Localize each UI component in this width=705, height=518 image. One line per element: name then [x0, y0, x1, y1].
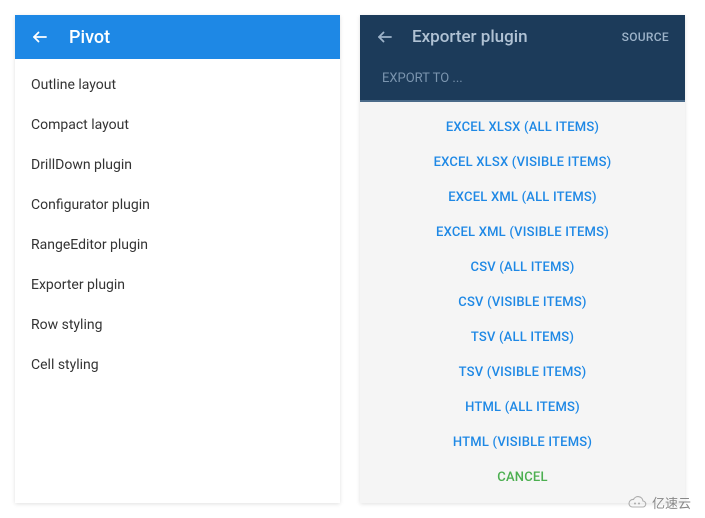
export-to-label: EXPORT TO ... — [360, 59, 685, 102]
export-option[interactable]: TSV (VISIBLE ITEMS) — [360, 355, 685, 390]
app-container: Pivot Outline layout Compact layout Dril… — [0, 0, 705, 518]
pivot-list: Outline layout Compact layout DrillDown … — [15, 59, 340, 391]
exporter-title: Exporter plugin — [412, 27, 528, 47]
list-item[interactable]: Compact layout — [15, 105, 340, 145]
back-arrow-icon[interactable] — [376, 28, 394, 46]
export-option[interactable]: HTML (VISIBLE ITEMS) — [360, 425, 685, 460]
export-option[interactable]: EXCEL XLSX (ALL ITEMS) — [360, 110, 685, 145]
cancel-button[interactable]: CANCEL — [360, 460, 685, 495]
pivot-panel: Pivot Outline layout Compact layout Dril… — [15, 15, 340, 503]
export-option[interactable]: HTML (ALL ITEMS) — [360, 390, 685, 425]
export-option[interactable]: TSV (ALL ITEMS) — [360, 320, 685, 355]
export-option[interactable]: CSV (ALL ITEMS) — [360, 250, 685, 285]
list-item[interactable]: DrillDown plugin — [15, 145, 340, 185]
exporter-header-left: Exporter plugin — [376, 27, 528, 47]
back-arrow-icon[interactable] — [31, 28, 49, 46]
list-item[interactable]: RangeEditor plugin — [15, 225, 340, 265]
pivot-title: Pivot — [69, 27, 110, 48]
list-item[interactable]: Row styling — [15, 305, 340, 345]
list-item[interactable]: Outline layout — [15, 65, 340, 105]
watermark-text: 亿速云 — [652, 493, 691, 512]
export-options-list: EXCEL XLSX (ALL ITEMS) EXCEL XLSX (VISIB… — [360, 102, 685, 503]
export-option[interactable]: EXCEL XLSX (VISIBLE ITEMS) — [360, 145, 685, 180]
list-item[interactable]: Cell styling — [15, 345, 340, 385]
list-item[interactable]: Configurator plugin — [15, 185, 340, 225]
pivot-header: Pivot — [15, 15, 340, 59]
list-item[interactable]: Exporter plugin — [15, 265, 340, 305]
export-option[interactable]: CSV (VISIBLE ITEMS) — [360, 285, 685, 320]
exporter-panel: Exporter plugin SOURCE EXPORT TO ... EXC… — [360, 15, 685, 503]
cloud-icon — [626, 496, 648, 510]
exporter-header: Exporter plugin SOURCE — [360, 15, 685, 59]
export-option[interactable]: EXCEL XML (VISIBLE ITEMS) — [360, 215, 685, 250]
source-button[interactable]: SOURCE — [622, 30, 669, 44]
export-option[interactable]: EXCEL XML (ALL ITEMS) — [360, 180, 685, 215]
watermark: 亿速云 — [626, 493, 691, 512]
